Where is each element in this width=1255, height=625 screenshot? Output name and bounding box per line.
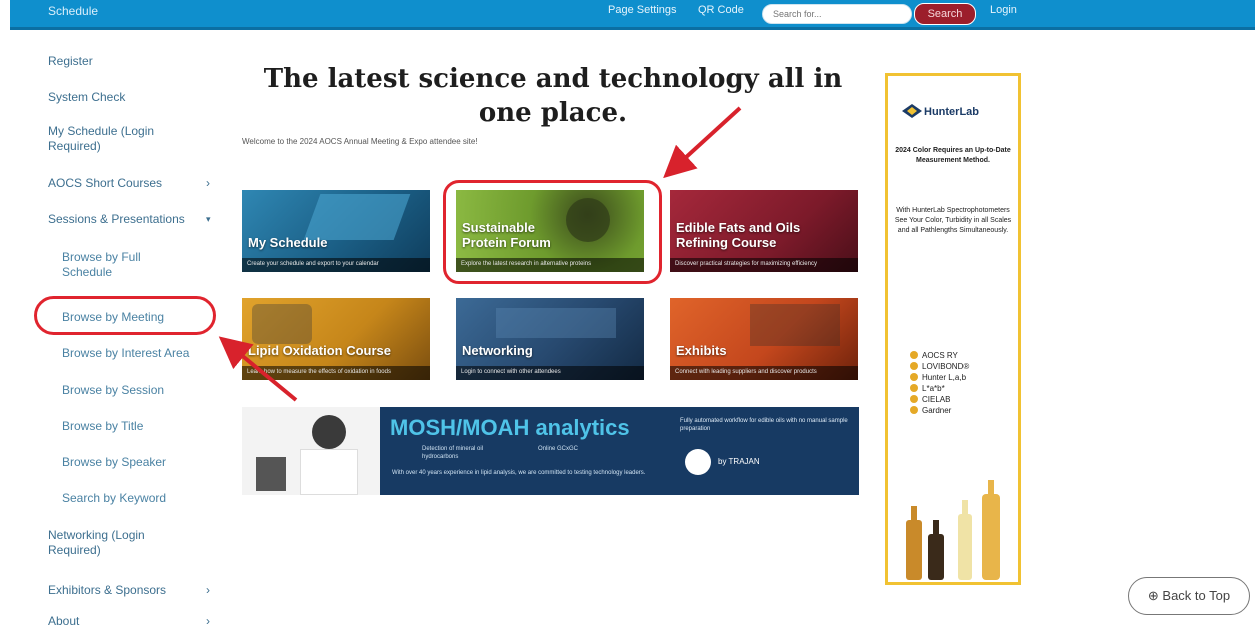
person-icon	[312, 415, 346, 449]
sidebar-item-register[interactable]: Register	[48, 54, 93, 69]
tile-title: Exhibits	[676, 343, 727, 358]
chevron-right-icon: ›	[206, 583, 210, 597]
banner-headline: MOSH/MOAH analytics	[390, 415, 630, 440]
bullet-dot-icon	[910, 362, 918, 370]
search-button[interactable]: Search	[914, 3, 976, 25]
welcome-text: Welcome to the 2024 AOCS Annual Meeting …	[242, 137, 478, 146]
chevron-down-icon: ▾	[206, 214, 211, 224]
oil-bottles-image	[906, 480, 1000, 580]
ad-brand-name: HunterLab	[924, 106, 979, 118]
sidebar-item-exhibitors[interactable]: Exhibitors & Sponsors	[48, 583, 166, 598]
banner-vendor: by TRAJAN	[718, 457, 760, 466]
ad-scale-item: Gardner	[910, 405, 969, 416]
bullet-dot-icon	[910, 384, 918, 392]
trajan-logo-icon	[685, 449, 711, 475]
tile-image	[496, 308, 616, 338]
sidebar-item-system-check[interactable]: System Check	[48, 90, 125, 105]
login-link[interactable]: Login	[990, 4, 1017, 16]
lab-equipment-shape	[256, 457, 286, 491]
ad-scale-item: AOCS RY	[910, 350, 969, 361]
bullet-dot-icon	[910, 395, 918, 403]
top-navigation-bar: Schedule Page Settings QR Code Search Lo…	[10, 0, 1255, 30]
tile-edible-fats[interactable]: Edible Fats and Oils Refining Course Dis…	[670, 190, 858, 272]
tile-image	[252, 304, 312, 344]
bullet-dot-icon	[910, 406, 918, 414]
tile-title: Edible Fats and Oils Refining Course	[676, 220, 801, 250]
tile-title: My Schedule	[248, 235, 328, 250]
banner-bullet-1: Detection of mineral oil hydrocarbons	[422, 446, 484, 460]
chevron-right-icon: ›	[206, 614, 210, 625]
ad-scale-item: L*a*b*	[910, 383, 969, 394]
sidebar-item-browse-interest-area[interactable]: Browse by Interest Area	[62, 346, 189, 361]
site-link-schedule[interactable]: Schedule	[48, 4, 98, 18]
sidebar-item-sessions[interactable]: Sessions & Presentations	[48, 212, 185, 227]
tile-subtitle: Login to connect with other attendees	[456, 366, 644, 380]
page-title: The latest science and technology all in…	[263, 64, 843, 128]
tile-title: Networking	[462, 343, 533, 358]
back-to-top-button[interactable]: ⊕ Back to Top	[1128, 577, 1250, 615]
page-settings-link[interactable]: Page Settings	[608, 4, 677, 16]
sidebar-item-browse-title[interactable]: Browse by Title	[62, 419, 143, 434]
tile-image	[303, 194, 411, 240]
sidebar-item-browse-speaker[interactable]: Browse by Speaker	[62, 455, 166, 470]
ad-body-text: With HunterLab Spectrophotometers See Yo…	[894, 207, 1012, 234]
tile-exhibits[interactable]: Exhibits Connect with leading suppliers …	[670, 298, 858, 380]
banner-photo	[242, 407, 380, 495]
sidebar-item-browse-full-schedule[interactable]: Browse by Full Schedule	[62, 250, 182, 280]
hunterlab-logo-icon	[902, 104, 922, 118]
tile-image	[750, 304, 840, 346]
sidebar-item-search-keyword[interactable]: Search by Keyword	[62, 491, 166, 506]
sidebar-item-short-courses[interactable]: AOCS Short Courses	[48, 176, 162, 191]
annotation-highlight-browse-meeting	[34, 296, 216, 335]
lab-coat-shape	[300, 449, 358, 495]
ad-lead-text: 2024 Color Requires an Up-to-Date Measur…	[895, 147, 1011, 164]
banner-footnote: With over 40 years experience in lipid a…	[392, 470, 646, 476]
sidebar-item-browse-session[interactable]: Browse by Session	[62, 383, 164, 398]
bullet-dot-icon	[910, 373, 918, 381]
qr-code-link[interactable]: QR Code	[698, 4, 744, 16]
ad-scale-item: LOVIBOND®	[910, 361, 969, 372]
tile-lipid-oxidation[interactable]: Lipid Oxidation Course Learn how to meas…	[242, 298, 430, 380]
ad-scale-item: CIELAB	[910, 394, 969, 405]
banner-tagline: Fully automated workflow for edible oils…	[680, 418, 848, 432]
sidebar-item-my-schedule[interactable]: My Schedule (Login Required)	[48, 124, 178, 154]
bullet-dot-icon	[910, 351, 918, 359]
tile-subtitle: Discover practical strategies for maximi…	[670, 258, 858, 272]
tile-my-schedule[interactable]: My Schedule Create your schedule and exp…	[242, 190, 430, 272]
tile-networking[interactable]: Networking Login to connect with other a…	[456, 298, 644, 380]
sidebar-item-label: AOCS Short Courses	[48, 176, 163, 190]
banner-bullet-2: Online GCxGC	[538, 446, 579, 452]
tile-title: Lipid Oxidation Course	[248, 343, 392, 358]
mosh-moah-banner-ad[interactable]: MOSH/MOAH analytics Detection of mineral…	[242, 407, 859, 495]
tile-subtitle: Connect with leading suppliers and disco…	[670, 366, 858, 380]
ad-scales-list: AOCS RY LOVIBOND® Hunter L,a,b L*a*b* CI…	[910, 350, 969, 416]
annotation-highlight-sustainable-protein	[443, 180, 662, 284]
chevron-right-icon: ›	[206, 176, 210, 190]
hunterlab-ad[interactable]: HunterLab 2024 Color Requires an Up-to-D…	[885, 73, 1021, 585]
sidebar-item-label: Sessions & Presentations	[48, 212, 185, 226]
sidebar-item-about[interactable]: About	[48, 614, 79, 625]
ad-scale-item: Hunter L,a,b	[910, 372, 969, 383]
search-input[interactable]	[762, 4, 912, 24]
tile-subtitle: Learn how to measure the effects of oxid…	[242, 366, 430, 380]
sidebar-item-networking[interactable]: Networking (Login Required)	[48, 528, 178, 558]
tile-subtitle: Create your schedule and export to your …	[242, 258, 430, 272]
